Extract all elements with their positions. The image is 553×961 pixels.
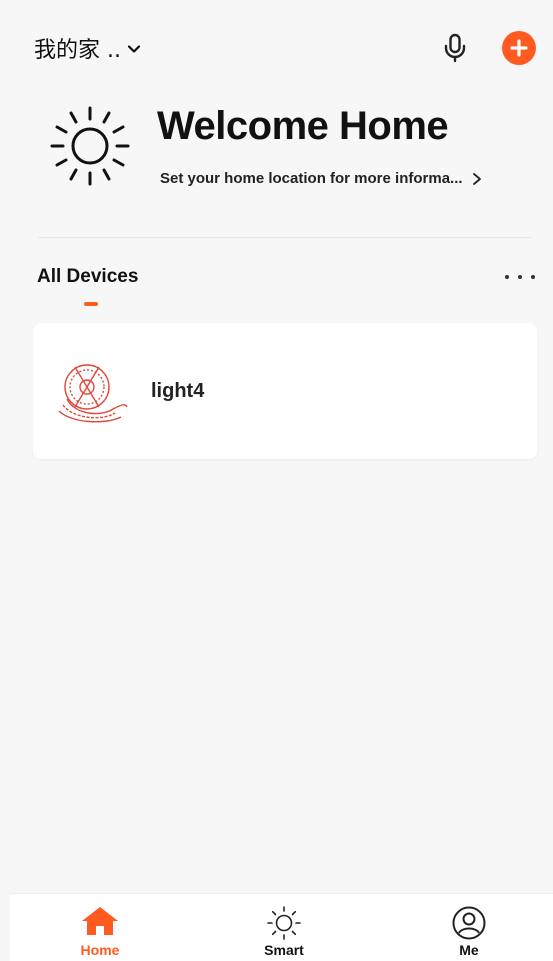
led-strip-icon: [58, 364, 128, 423]
sun-icon: [267, 906, 301, 940]
chevron-down-icon: [127, 45, 141, 53]
more-options-button[interactable]: [505, 270, 535, 284]
nav-home-label: Home: [80, 942, 120, 958]
sun-icon: [50, 106, 130, 186]
set-location-link[interactable]: Set your home location for more informa.…: [160, 170, 483, 187]
add-device-button[interactable]: [502, 31, 536, 65]
welcome-title: Welcome Home: [157, 104, 449, 148]
device-name: light4: [151, 380, 205, 402]
device-card[interactable]: light4: [33, 323, 537, 459]
tab-all-devices[interactable]: All Devices: [37, 266, 138, 288]
user-icon: [452, 906, 486, 940]
microphone-icon: [444, 33, 466, 63]
bottom-nav: Home Smart Me: [10, 893, 553, 961]
nav-me[interactable]: Me: [409, 894, 529, 961]
more-dots-icon: [505, 275, 509, 279]
home-icon: [82, 907, 118, 935]
nav-home[interactable]: Home: [40, 894, 160, 961]
nav-me-label: Me: [459, 942, 479, 958]
nav-smart-label: Smart: [264, 942, 304, 958]
plus-icon: [510, 39, 528, 57]
location-prompt: Set your home location for more informa.…: [160, 170, 463, 187]
divider: [38, 237, 532, 238]
nav-smart[interactable]: Smart: [224, 894, 344, 961]
active-tab-indicator: [84, 302, 98, 306]
voice-button[interactable]: [441, 32, 469, 64]
chevron-right-icon: [472, 172, 481, 185]
home-selector[interactable]: 我的家 ..: [34, 32, 141, 64]
home-name: 我的家 ..: [34, 38, 121, 63]
